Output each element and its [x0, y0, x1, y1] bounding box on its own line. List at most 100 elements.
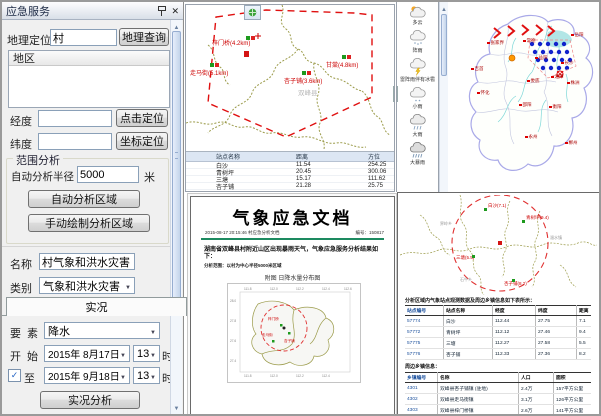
- village-center-dot: [283, 327, 286, 330]
- svg-text:白沙(7.1): 白沙(7.1): [488, 202, 507, 209]
- summary-paragraph: 湖南省双峰县村附近山区出现暴雨天气，气象应急服务分析结果如下：: [204, 247, 382, 261]
- county-name-label: 双峰县: [298, 88, 318, 97]
- city-label: 株洲: [567, 80, 580, 85]
- end-date-select[interactable]: 2015年 9月18日: [44, 367, 130, 384]
- geo-query-button[interactable]: 地理查询: [119, 28, 169, 46]
- svg-text:112.0: 112.0: [270, 374, 278, 378]
- city-label: 常德: [523, 38, 536, 43]
- click-locate-button[interactable]: 点击定位: [116, 109, 168, 127]
- manual-draw-area-button[interactable]: 手动绘制分析区域: [28, 214, 150, 232]
- legend-item: 小雨: [397, 87, 438, 114]
- svg-text:梓门桥: 梓门桥: [268, 316, 279, 321]
- auto-analyze-area-button[interactable]: 自动分析区域: [28, 190, 140, 208]
- tab-live[interactable]: 实况: [6, 297, 187, 316]
- element-select[interactable]: 降水: [44, 322, 160, 339]
- type-select[interactable]: 气象和洪水灾害: [39, 277, 135, 294]
- table-row[interactable]: 杏子铺21.2825.75: [186, 183, 394, 190]
- close-icon[interactable]: [171, 6, 179, 16]
- city-label: 张家界: [487, 40, 504, 45]
- document-title: 气象应急文档: [191, 204, 394, 229]
- city-label: 岳阳: [571, 32, 584, 37]
- coord-locate-button[interactable]: 坐标定位: [116, 132, 168, 150]
- heavy-rain-icon: [409, 114, 426, 131]
- name-label: 名称: [10, 256, 32, 272]
- svg-text:走马街: 走马街: [262, 332, 273, 337]
- analysis-map-canvas[interactable]: 梓门桥(4.2km) 走马街(5.1km) 杏子铺(3.6km) 甘棠(4.8k…: [186, 5, 394, 151]
- panel-scrollbar[interactable]: [170, 20, 182, 414]
- start-hour-select[interactable]: 13: [133, 345, 160, 362]
- splitter-grip[interactable]: [393, 86, 398, 102]
- towns-info-table: 乡镇编号 名称 人口 面积 4301双峰县杏子铺镇 (驻地)2.4万157平方公…: [405, 372, 591, 416]
- map-tool-button[interactable]: [244, 5, 261, 20]
- chevron-down-icon: [150, 325, 156, 337]
- live-analyze-button[interactable]: 实况分析: [40, 391, 140, 409]
- longitude-label: 经度: [10, 113, 32, 129]
- rainfall-map-canvas: 111.8112.0112.2112.4112.6 28.027.827.627…: [228, 284, 358, 380]
- table-row: 57776杏子铺112.3327.368.2: [405, 349, 591, 360]
- latitude-input[interactable]: [38, 133, 112, 150]
- province-map-panel[interactable]: 张家界 吉首 常德 岳阳 益阳 长沙 怀化 娄底 湘潭 株洲 邵阳 衡阳 永州 …: [439, 2, 601, 192]
- auto-radius-label: 自动分析半径: [11, 169, 74, 184]
- range-analysis-group-label: 范围分析: [13, 152, 63, 168]
- emergency-service-panel: 应急服务 地理定位 地理查询 地区 经度 点击定位 纬度 坐标定位 范围分析 自…: [2, 2, 184, 414]
- document-meta-row: 2015-08-17 20:15:46 村应急分析文档 编号：150817: [205, 230, 384, 236]
- scroll-down-icon[interactable]: [171, 401, 182, 414]
- end-hour-select[interactable]: 13: [133, 367, 160, 384]
- svg-text:112.2: 112.2: [296, 287, 304, 291]
- name-input[interactable]: [39, 253, 135, 270]
- weather-legend-panel: 多云 阵雨 雷阵雨伴有冰雹 小雨: [396, 2, 439, 192]
- pin-icon[interactable]: [157, 6, 166, 16]
- table-row: 57775三塘112.2727.585.5: [405, 338, 591, 349]
- longitude-input[interactable]: [38, 110, 112, 127]
- rainfall-map-figure: 111.8112.0112.2112.4112.6 28.027.827.627…: [227, 283, 361, 383]
- legend-label: 小雨: [412, 104, 422, 110]
- city-label: 永州: [525, 134, 538, 139]
- latitude-label: 纬度: [10, 136, 32, 152]
- region-listbox[interactable]: 地区: [8, 50, 170, 108]
- scrollbar-grip: [175, 152, 178, 159]
- analysis-map-panel[interactable]: 梓门桥(4.2km) 走马街(5.1km) 杏子铺(3.6km) 甘棠(4.8k…: [185, 4, 395, 192]
- col-distance: 距离: [296, 152, 368, 161]
- city-label: 邵阳: [519, 102, 532, 107]
- document-number: 编号：150817: [355, 230, 384, 236]
- station-info-table: 站点编号 站点名称 经度 纬度 距离 57774白沙112.4427.757.1…: [405, 305, 591, 360]
- scrollbar-thumb[interactable]: [441, 14, 447, 76]
- svg-text:112.0: 112.0: [270, 287, 278, 291]
- cloudy-icon: [409, 5, 426, 19]
- end-date-value: 2015年 9月18日: [48, 368, 120, 383]
- panel-title-bar[interactable]: 应急服务: [2, 2, 183, 20]
- end-date-checkbox[interactable]: [8, 369, 21, 382]
- scrollbar-thumb[interactable]: [172, 31, 181, 313]
- city-label: 吉首: [471, 66, 484, 71]
- svg-text:27.4: 27.4: [230, 359, 236, 363]
- chevron-down-icon: [150, 348, 156, 360]
- auto-radius-input[interactable]: [77, 166, 139, 183]
- svg-text:石牛乡: 石牛乡: [460, 276, 472, 282]
- svg-text:112.2: 112.2: [296, 374, 304, 378]
- svg-text:界岭乡: 界岭乡: [440, 220, 452, 226]
- station-distance-table[interactable]: 站点名称 距离 方位 白沙11.54254.25 青树坪20.45300.06 …: [186, 151, 394, 192]
- svg-text:湄水镇: 湄水镇: [550, 234, 562, 240]
- svg-text:111.8: 111.8: [244, 374, 252, 378]
- analysis-region-polygon: [208, 10, 372, 137]
- svg-text:112.4: 112.4: [322, 374, 330, 378]
- county-boundaries: [186, 5, 390, 149]
- geo-locate-input[interactable]: [50, 29, 117, 46]
- station-label: 走马街(5.1km): [190, 69, 228, 77]
- start-date-select[interactable]: 2015年 8月17日: [44, 345, 130, 362]
- region-list-header[interactable]: 地区: [9, 51, 169, 66]
- legend-label: 大雨: [412, 132, 422, 138]
- green-rule: [201, 238, 384, 240]
- legend-item: 大暴雨: [397, 142, 438, 170]
- city-label: 衡阳: [549, 104, 562, 109]
- chevron-down-icon: [120, 348, 126, 360]
- province-map-canvas[interactable]: [448, 2, 601, 192]
- start-hour-value: 13: [137, 348, 150, 360]
- province-map-scrollbar[interactable]: [439, 2, 448, 192]
- svg-text:111.8: 111.8: [244, 287, 252, 291]
- station-label: 梓门桥(4.2km): [212, 39, 250, 47]
- type-label: 类别: [10, 280, 32, 296]
- svg-text:112.4: 112.4: [322, 287, 330, 291]
- table-row: 4303双峰县梓门桥镇2.6万141平方公里: [405, 405, 591, 416]
- alert-marker: [509, 55, 515, 61]
